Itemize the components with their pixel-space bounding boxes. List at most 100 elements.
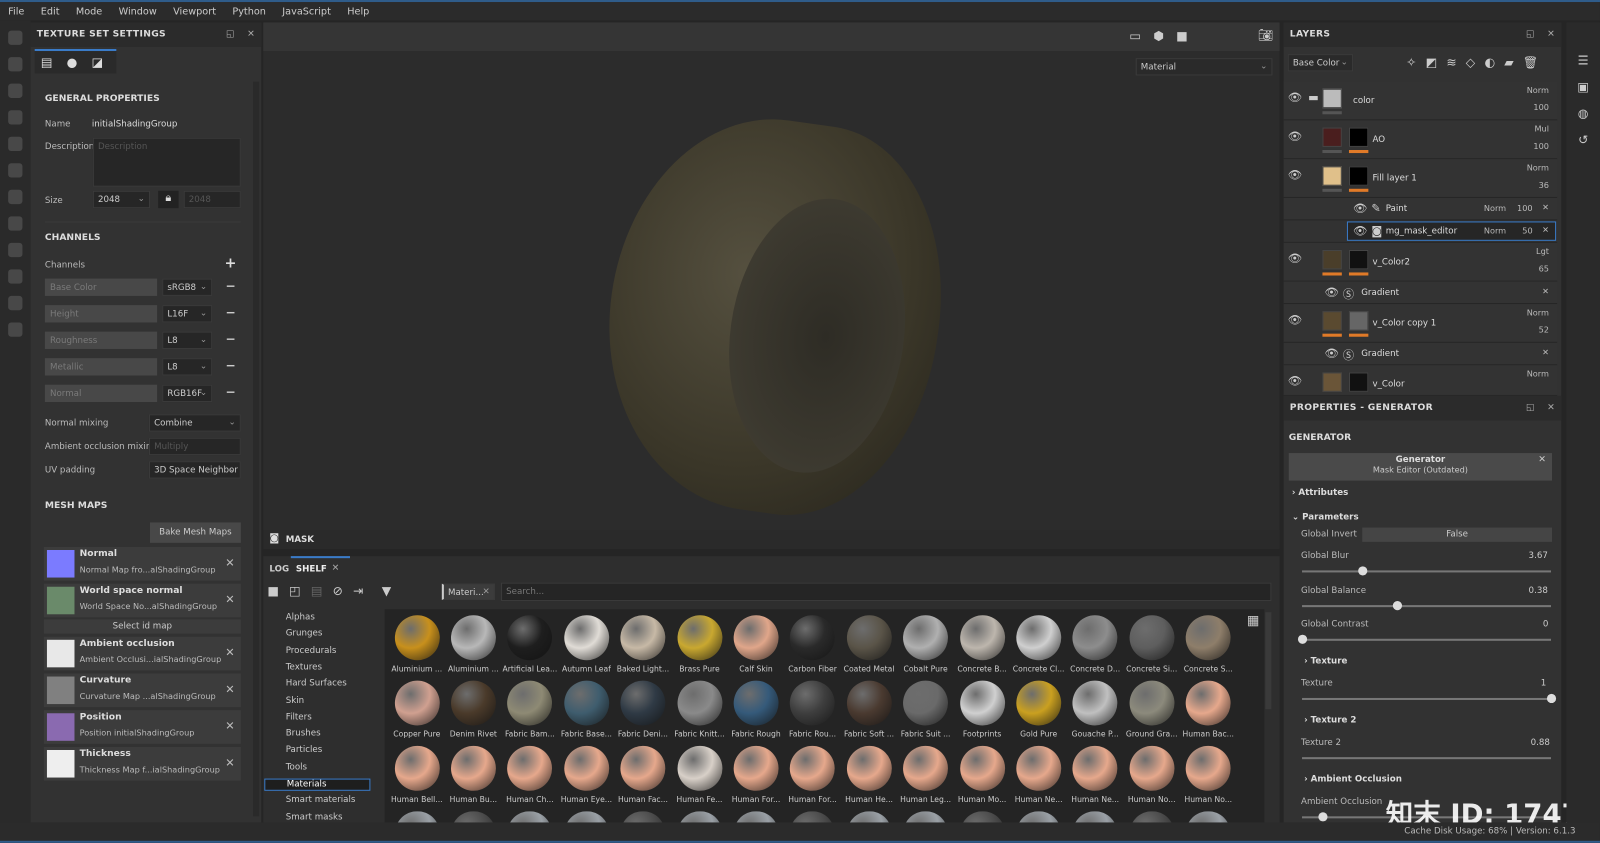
- search-input[interactable]: Search...: [501, 582, 1272, 602]
- material-item[interactable]: Human Bu...: [445, 745, 501, 804]
- blend-mode-select[interactable]: Lgt: [1536, 247, 1549, 256]
- blend-mode-select[interactable]: Mul: [1534, 124, 1548, 133]
- eye-icon[interactable]: 👁︎: [1324, 347, 1338, 360]
- texture2-group[interactable]: › Texture 2: [1304, 715, 1356, 725]
- remove-channel-button[interactable]: −: [226, 385, 236, 399]
- material-item[interactable]: Human No...: [1180, 745, 1236, 804]
- size-select[interactable]: 2048 ⌄: [92, 190, 150, 209]
- video-camera-icon[interactable]: ■: [1176, 29, 1188, 43]
- blend-mode-select[interactable]: Norm: [1527, 163, 1549, 172]
- texture-slider[interactable]: [1302, 693, 1557, 704]
- menu-python[interactable]: Python: [224, 6, 274, 17]
- layer-row[interactable]: 👁︎ v_Color2 Lgt 65: [1283, 242, 1558, 282]
- scrollbar[interactable]: [1265, 612, 1272, 710]
- menu-file[interactable]: File: [0, 6, 33, 17]
- opacity-value[interactable]: 50: [1522, 227, 1532, 236]
- material-item[interactable]: Human Leg...: [898, 745, 954, 804]
- material-item[interactable]: Aluminium ...: [445, 615, 501, 673]
- global-invert-toggle[interactable]: False: [1362, 527, 1553, 542]
- channel-format-select[interactable]: sRGB8 ⌄: [162, 278, 213, 296]
- parameters-group[interactable]: ⌄ Parameters: [1292, 512, 1359, 522]
- channel-format-select[interactable]: L16F ⌄: [162, 305, 213, 323]
- material-item[interactable]: Copper Pure: [389, 680, 445, 739]
- hide-icon[interactable]: ⊘: [333, 584, 343, 598]
- material-item[interactable]: Carbon Fiber: [784, 615, 840, 673]
- import-icon[interactable]: ⇥: [353, 584, 363, 598]
- opacity-value[interactable]: 52: [1539, 326, 1549, 335]
- eye-icon[interactable]: 👁︎: [1288, 130, 1302, 143]
- camera-frame-icon[interactable]: ▭: [1129, 29, 1141, 43]
- close-icon[interactable]: ✕: [1547, 30, 1555, 40]
- folder-icon[interactable]: ■: [267, 584, 279, 598]
- material-item[interactable]: [1011, 811, 1067, 823]
- material-item[interactable]: [898, 811, 954, 823]
- eye-icon[interactable]: 👁︎: [1353, 202, 1367, 215]
- shelf-category[interactable]: Particles: [286, 745, 323, 755]
- material-item[interactable]: Human Ne...: [1011, 745, 1067, 804]
- material-item[interactable]: Human Ch...: [502, 745, 558, 804]
- shelf-category[interactable]: Tools: [286, 762, 307, 772]
- remove-channel-button[interactable]: −: [226, 305, 236, 319]
- close-icon[interactable]: ✕: [1542, 287, 1549, 296]
- channel-format-select[interactable]: L8 ⌄: [162, 358, 213, 376]
- clone-icon[interactable]: [8, 163, 23, 178]
- eye-icon[interactable]: 👁︎: [1288, 374, 1302, 387]
- channel-format-select[interactable]: RGB16F ⌄: [162, 384, 213, 403]
- material-item[interactable]: Human Fe...: [671, 745, 727, 804]
- material-item[interactable]: [615, 811, 671, 823]
- layer-row[interactable]: 👁︎ Fill layer 1 Norm 36: [1283, 159, 1558, 198]
- shelf-category[interactable]: Filters: [286, 712, 312, 722]
- screenshot-icon[interactable]: 📷︎: [1258, 28, 1274, 42]
- blend-mode-select[interactable]: Norm: [1527, 86, 1549, 95]
- shelf-category[interactable]: Smart masks: [286, 812, 343, 822]
- material-item[interactable]: Ground Gra...: [1124, 680, 1180, 739]
- material-item[interactable]: Autumn Leaf: [558, 615, 614, 673]
- material-item[interactable]: Fabric Base...: [558, 680, 614, 739]
- close-icon[interactable]: ✕: [225, 556, 234, 569]
- add-layer-icon[interactable]: ≋: [1446, 55, 1456, 69]
- opacity-value[interactable]: 100: [1533, 103, 1549, 112]
- eye-icon[interactable]: 👁︎: [1353, 224, 1367, 237]
- description-input[interactable]: Description: [92, 137, 241, 187]
- delete-icon[interactable]: 🗑︎: [1523, 55, 1539, 69]
- smudge-icon[interactable]: [8, 136, 23, 152]
- close-icon[interactable]: ✕: [225, 593, 234, 606]
- close-icon[interactable]: ✕: [1542, 226, 1549, 235]
- shelf-category[interactable]: Materials: [264, 778, 371, 791]
- slider-handle[interactable]: [1357, 566, 1367, 576]
- shelf-category[interactable]: Textures: [286, 662, 322, 672]
- material-item[interactable]: [1180, 811, 1236, 823]
- menu-mode[interactable]: Mode: [68, 6, 111, 17]
- mesh-map-item[interactable]: Ambient occlusion Ambient Occlusi...ialSh…: [43, 636, 241, 671]
- uv-padding-select[interactable]: 3D Space Neighbor ⌄: [148, 461, 241, 479]
- parameter-slider[interactable]: [1297, 634, 1552, 644]
- material-item[interactable]: Human No...: [1124, 745, 1180, 804]
- plugin-icon[interactable]: [8, 216, 23, 231]
- material-item[interactable]: Calf Skin: [728, 615, 784, 673]
- eye-icon[interactable]: 👁︎: [1324, 286, 1338, 299]
- material-item[interactable]: Fabric Deni...: [615, 680, 671, 739]
- attributes-group[interactable]: › Attributes: [1292, 488, 1348, 498]
- shelf-category[interactable]: Smart materials: [286, 795, 356, 805]
- layer-row[interactable]: 👁︎ Ⓢ Gradient ✕: [1283, 342, 1558, 366]
- bake-mesh-maps-button[interactable]: Bake Mesh Maps: [149, 522, 241, 543]
- add-effect-icon[interactable]: ◩: [1426, 55, 1438, 69]
- material-item[interactable]: [389, 811, 445, 823]
- plugin-icon[interactable]: [8, 242, 23, 258]
- material-item[interactable]: [671, 811, 727, 823]
- uv-tab-icon[interactable]: ◪: [92, 55, 104, 69]
- tab-shelf[interactable]: SHELF: [296, 564, 327, 574]
- material-item[interactable]: Concrete B...: [954, 615, 1010, 673]
- add-fill-icon[interactable]: ◇: [1466, 55, 1475, 69]
- menu-viewport[interactable]: Viewport: [165, 6, 224, 17]
- channel-select[interactable]: Base Color ⌄: [1287, 54, 1354, 72]
- material-item[interactable]: Concrete D...: [1067, 615, 1123, 673]
- export-icon[interactable]: [8, 295, 23, 311]
- remove-channel-button[interactable]: −: [226, 358, 236, 372]
- material-item[interactable]: Concrete Cl...: [1011, 615, 1067, 673]
- shelf-category[interactable]: Brushes: [286, 729, 321, 739]
- opacity-value[interactable]: 36: [1539, 181, 1549, 190]
- material-item[interactable]: Human Mo...: [954, 745, 1010, 804]
- close-icon[interactable]: ✕: [225, 683, 234, 696]
- polygon-fill-icon[interactable]: [8, 110, 23, 125]
